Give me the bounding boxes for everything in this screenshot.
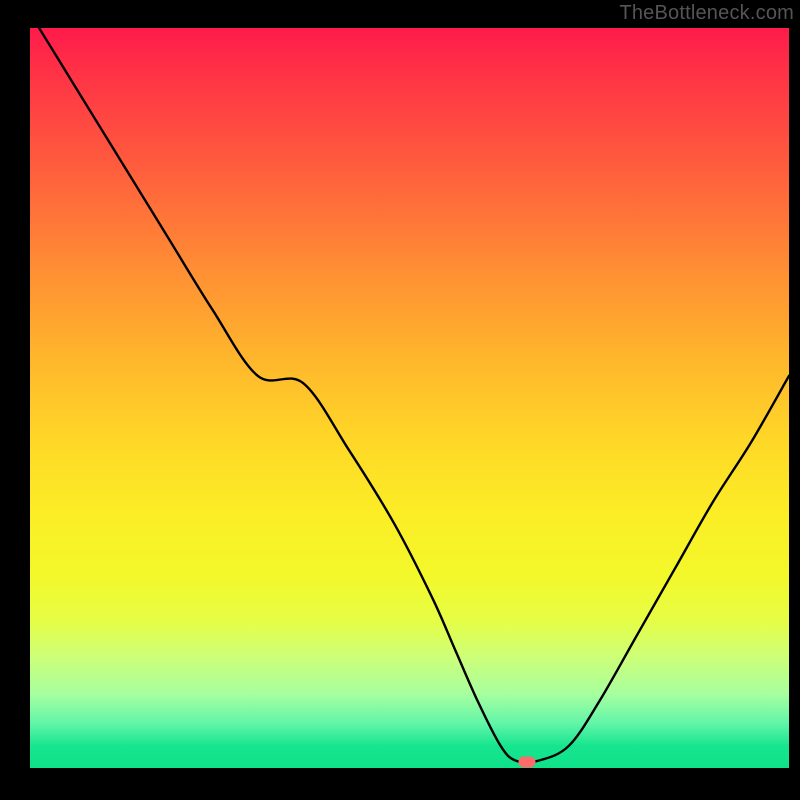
optimal-marker [519,757,536,768]
chart-frame: TheBottleneck.com [0,0,800,800]
watermark-text: TheBottleneck.com [619,2,794,25]
plot-area [30,28,789,768]
bottleneck-curve [30,28,789,762]
curve-layer [30,28,789,768]
